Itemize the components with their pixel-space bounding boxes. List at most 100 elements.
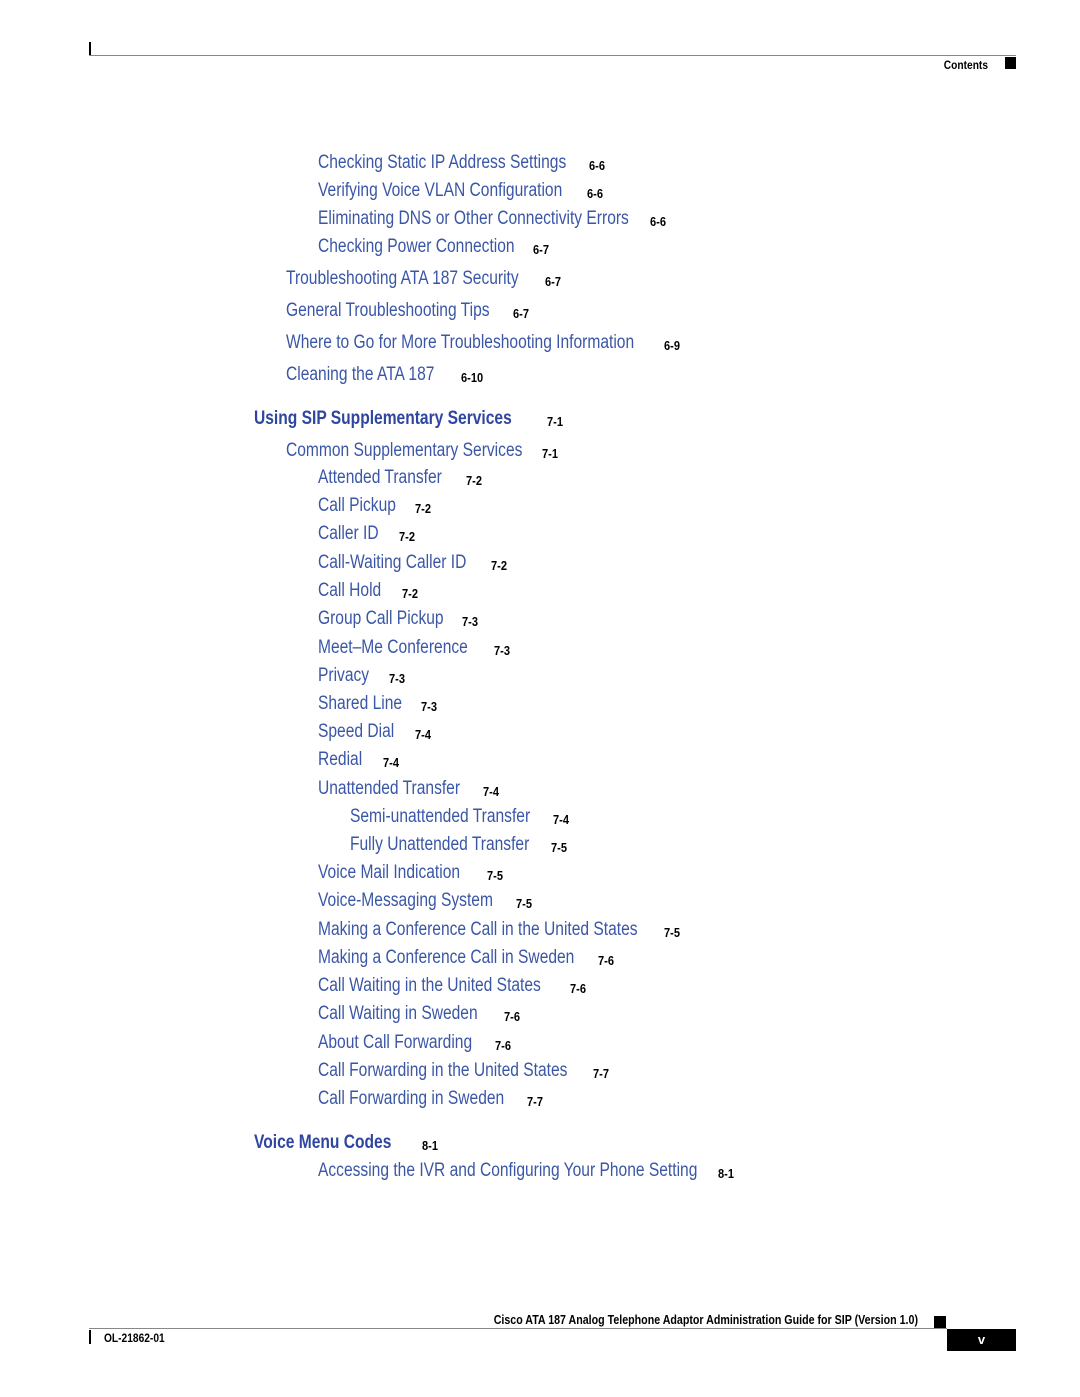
toc-page-ref[interactable]: 7-1 xyxy=(542,446,558,461)
toc-page-ref[interactable]: 7-7 xyxy=(593,1066,609,1081)
toc-entry-link[interactable]: Call Waiting in Sweden xyxy=(318,1003,513,1025)
toc-page-ref[interactable]: 7-6 xyxy=(598,953,614,968)
toc-page-ref[interactable]: 7-5 xyxy=(551,840,567,855)
toc-page-ref[interactable]: 7-4 xyxy=(383,755,399,770)
toc-page-ref[interactable]: 6-6 xyxy=(589,158,605,173)
toc-entry-link[interactable]: Cleaning the ATA 187 xyxy=(286,364,467,386)
toc-entry-link[interactable]: Call Waiting in the United States xyxy=(318,975,590,997)
toc-entry-link[interactable]: Shared Line xyxy=(318,693,420,715)
toc-page-ref[interactable]: 7-5 xyxy=(664,925,680,940)
toc-page-ref[interactable]: 7-3 xyxy=(389,671,405,686)
toc-entry-link[interactable]: Fully Unattended Transfer xyxy=(350,834,569,856)
header-rule xyxy=(89,55,1016,56)
toc-entry-title: Privacy xyxy=(318,665,370,686)
header-corner-mark xyxy=(89,42,91,56)
toc-page-ref[interactable]: 7-5 xyxy=(487,868,503,883)
toc-entry-link[interactable]: General Troubleshooting Tips xyxy=(286,300,534,322)
toc-page-ref[interactable]: 7-2 xyxy=(399,529,415,544)
toc-page-ref[interactable]: 6-7 xyxy=(533,242,549,257)
toc-chapter-link[interactable]: Voice Menu Codes xyxy=(254,1132,422,1154)
toc-page-ref[interactable]: 6-6 xyxy=(587,186,603,201)
toc-chapter-link[interactable]: Using SIP Supplementary Services xyxy=(254,408,568,430)
toc-page-ref[interactable]: 7-3 xyxy=(462,614,478,629)
toc-entry-title: Voice Mail Indication xyxy=(318,862,461,883)
toc-entry-link[interactable]: Checking Power Connection xyxy=(318,236,558,258)
footer-doc-number: OL-21862-01 xyxy=(104,1331,165,1345)
toc-entry-title: Common Supplementary Services xyxy=(286,440,523,461)
toc-entry-title: Call Waiting in Sweden xyxy=(318,1003,478,1024)
toc-page-ref[interactable]: 7-2 xyxy=(402,586,418,601)
toc-entry-link[interactable]: Call Forwarding in Sweden xyxy=(318,1088,545,1110)
toc-page-ref[interactable]: 6-9 xyxy=(664,338,680,353)
header-section-label: Contents xyxy=(943,58,988,72)
toc-entry-link[interactable]: Privacy xyxy=(318,665,380,687)
toc-entry-title: Redial xyxy=(318,749,363,770)
footer-rule xyxy=(89,1328,947,1329)
toc-entry-title: Cleaning the ATA 187 xyxy=(286,364,435,385)
toc-entry-link[interactable]: Attended Transfer xyxy=(318,467,469,489)
toc-entry-link[interactable]: Making a Conference Call in Sweden xyxy=(318,947,631,969)
toc-page-ref[interactable]: 7-6 xyxy=(495,1038,511,1053)
toc-entry-title: Verifying Voice VLAN Configuration xyxy=(318,180,563,201)
toc-entry-link[interactable]: Caller ID xyxy=(318,523,392,545)
toc-entry-link[interactable]: Speed Dial xyxy=(318,721,411,743)
toc-entry-title: Accessing the IVR and Configuring Your P… xyxy=(318,1160,698,1181)
toc-entry-link[interactable]: Redial xyxy=(318,749,372,771)
toc-entry-title: Speed Dial xyxy=(318,721,395,742)
toc-page-ref[interactable]: 7-2 xyxy=(491,558,507,573)
toc-page-ref[interactable]: 7-4 xyxy=(483,784,499,799)
toc-entry-link[interactable]: Meet–Me Conference xyxy=(318,637,501,659)
toc-page-ref[interactable]: 7-3 xyxy=(421,699,437,714)
toc-entry-title: Where to Go for More Troubleshooting Inf… xyxy=(286,332,635,353)
toc-page-ref[interactable]: 6-7 xyxy=(545,274,561,289)
toc-entry-title: Checking Power Connection xyxy=(318,236,515,257)
header-square-mark xyxy=(1005,57,1016,69)
toc-entry-link[interactable]: Call Pickup xyxy=(318,495,413,517)
toc-entry-link[interactable]: Accessing the IVR and Configuring Your P… xyxy=(318,1160,781,1182)
toc-entry-link[interactable]: Group Call Pickup xyxy=(318,608,471,630)
toc-entry-title: About Call Forwarding xyxy=(318,1032,473,1053)
toc-page-ref[interactable]: 7-2 xyxy=(466,473,482,488)
toc-page-ref[interactable]: 7-2 xyxy=(415,501,431,516)
toc-entry-title: General Troubleshooting Tips xyxy=(286,300,490,321)
toc-entry-link[interactable]: Voice Mail Indication xyxy=(318,862,491,884)
toc-entry-title: Attended Transfer xyxy=(318,467,442,488)
toc-page-ref[interactable]: 8-1 xyxy=(422,1138,438,1153)
toc-entry-link[interactable]: Making a Conference Call in the United S… xyxy=(318,919,708,941)
toc-entry-title: Making a Conference Call in Sweden xyxy=(318,947,575,968)
toc-entry-link[interactable]: Checking Static IP Address Settings xyxy=(318,152,621,174)
toc-entry-link[interactable]: Call-Waiting Caller ID xyxy=(318,552,499,574)
toc-entry-link[interactable]: Verifying Voice VLAN Configuration xyxy=(318,180,616,202)
toc-entry-title: Fully Unattended Transfer xyxy=(350,834,530,855)
toc-entry-title: Troubleshooting ATA 187 Security xyxy=(286,268,519,289)
toc-page-ref[interactable]: 7-4 xyxy=(415,727,431,742)
toc-entry-link[interactable]: Call Forwarding in the United States xyxy=(318,1060,622,1082)
toc-entry-title: Shared Line xyxy=(318,693,403,714)
toc-page-ref[interactable]: 7-6 xyxy=(570,981,586,996)
toc-entry-link[interactable]: Eliminating DNS or Other Connectivity Er… xyxy=(318,208,697,230)
toc-page-ref[interactable]: 7-7 xyxy=(527,1094,543,1109)
toc-entry-link[interactable]: Call Hold xyxy=(318,580,395,602)
toc-entry-link[interactable]: Unattended Transfer xyxy=(318,778,491,800)
toc-page-ref[interactable]: 8-1 xyxy=(718,1166,734,1181)
toc-entry-link[interactable]: Troubleshooting ATA 187 Security xyxy=(286,268,570,290)
toc-page-ref[interactable]: 7-5 xyxy=(516,896,532,911)
toc-entry-link[interactable]: Semi-unattended Transfer xyxy=(350,806,570,828)
toc-entry-link[interactable]: Where to Go for More Troubleshooting Inf… xyxy=(286,332,711,354)
toc-page-ref[interactable]: 7-4 xyxy=(553,812,569,827)
toc-page-ref[interactable]: 6-7 xyxy=(513,306,529,321)
toc-page-ref[interactable]: 6-10 xyxy=(461,370,483,385)
toc-entry-title: Unattended Transfer xyxy=(318,778,461,799)
toc-entry-title: Call-Waiting Caller ID xyxy=(318,552,467,573)
toc-entry-link[interactable]: Voice-Messaging System xyxy=(318,890,531,912)
footer-square-mark xyxy=(934,1316,946,1328)
toc-page-ref[interactable]: 7-1 xyxy=(547,414,563,429)
toc-page-ref[interactable]: 7-6 xyxy=(504,1009,520,1024)
toc-page-ref[interactable]: 7-3 xyxy=(494,643,510,658)
toc-entry-link[interactable]: Common Supplementary Services xyxy=(286,440,574,462)
toc-entry-title: Eliminating DNS or Other Connectivity Er… xyxy=(318,208,629,229)
toc-entry-link[interactable]: About Call Forwarding xyxy=(318,1032,506,1054)
toc-page-ref[interactable]: 6-6 xyxy=(650,214,666,229)
toc-entry-title: Semi-unattended Transfer xyxy=(350,806,531,827)
toc-entry-title: Call Forwarding in the United States xyxy=(318,1060,568,1081)
